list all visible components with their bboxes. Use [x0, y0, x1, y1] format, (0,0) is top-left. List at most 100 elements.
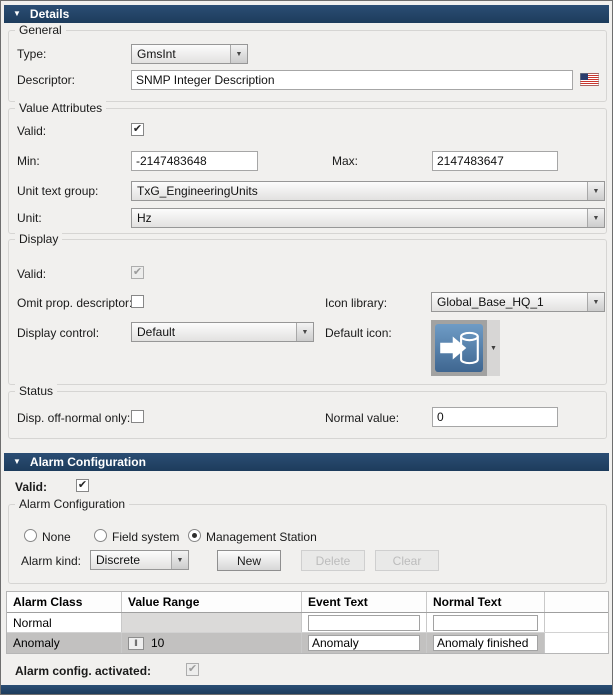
check-icon: ✔ — [188, 664, 197, 675]
collapse-icon: ▼ — [13, 458, 21, 466]
value-attributes-groupbox-title: Value Attributes — [15, 101, 106, 115]
normal-text-input[interactable] — [433, 615, 538, 631]
type-combobox[interactable]: GmsInt ▼ — [131, 44, 248, 64]
display-control-combobox[interactable]: Default ▼ — [131, 322, 314, 342]
cell-empty — [545, 613, 608, 632]
unit-label: Unit: — [17, 211, 42, 225]
cell-normal-text — [427, 613, 545, 632]
display-valid-label: Valid: — [17, 267, 46, 281]
display-valid-checkbox: ✔ — [131, 266, 144, 279]
normal-value-label: Normal value: — [325, 411, 399, 425]
status-groupbox-title: Status — [15, 384, 57, 398]
normal-text-input[interactable] — [433, 635, 538, 651]
event-text-input[interactable] — [308, 615, 420, 631]
icon-library-combobox[interactable]: Global_Base_HQ_1 ▼ — [431, 292, 605, 312]
table-row[interactable]: Normal — [7, 613, 608, 633]
unit-text-group-combobox[interactable]: TxG_EngineeringUnits ▼ — [131, 181, 605, 201]
details-header-label: Details — [30, 7, 69, 21]
alarm-activated-checkbox: ✔ — [186, 663, 199, 676]
alarm-kind-combobox-value: Discrete — [91, 551, 171, 569]
range-operator-icon[interactable]: ‖ — [128, 637, 144, 650]
bottom-section-bar — [1, 685, 612, 694]
min-label: Min: — [17, 154, 40, 168]
omit-prop-descriptor-label: Omit prop. descriptor: — [17, 296, 132, 310]
value-attributes-groupbox: Value Attributes Valid: ✔ Min: Max: Unit… — [8, 108, 607, 234]
cell-value-range — [122, 613, 302, 632]
chevron-down-icon[interactable]: ▼ — [230, 45, 247, 63]
valid-checkbox[interactable]: ✔ — [131, 123, 144, 136]
col-header-normal-text: Normal Text — [427, 592, 545, 612]
cell-value-range: ‖ 10 — [122, 633, 302, 653]
alarm-valid-label: Valid: — [15, 480, 47, 494]
status-groupbox: Status Disp. off-normal only: Normal val… — [8, 391, 607, 439]
general-groupbox: General Type: GmsInt ▼ Descriptor: — [8, 30, 607, 102]
unit-combobox[interactable]: Hz ▼ — [131, 208, 605, 228]
cell-alarm-class: Normal — [7, 613, 122, 632]
alarm-config-section-header[interactable]: ▼ Alarm Configuration — [4, 453, 609, 471]
alarm-class-table: Alarm Class Value Range Event Text Norma… — [6, 591, 609, 654]
display-groupbox-title: Display — [15, 232, 62, 246]
omit-prop-descriptor-checkbox[interactable] — [131, 295, 144, 308]
display-control-label: Display control: — [17, 326, 99, 340]
collapse-icon: ▼ — [13, 10, 21, 18]
new-button[interactable]: New — [217, 550, 281, 571]
disp-off-normal-checkbox[interactable] — [131, 410, 144, 423]
type-combobox-value: GmsInt — [132, 45, 230, 63]
col-header-alarm-class: Alarm Class — [7, 592, 122, 612]
alarm-valid-checkbox[interactable]: ✔ — [76, 479, 89, 492]
general-groupbox-title: General — [15, 23, 66, 37]
table-row[interactable]: Anomaly ‖ 10 — [7, 633, 608, 653]
icon-library-label: Icon library: — [325, 296, 387, 310]
radio-management-station[interactable] — [188, 529, 201, 542]
alarm-kind-label: Alarm kind: — [21, 554, 81, 568]
chevron-down-icon[interactable]: ▼ — [587, 182, 604, 200]
alarm-config-groupbox-title: Alarm Configuration — [15, 497, 129, 511]
chevron-down-icon[interactable]: ▼ — [587, 209, 604, 227]
default-icon-label: Default icon: — [325, 326, 392, 340]
display-groupbox: Display Valid: ✔ Omit prop. descriptor: … — [8, 239, 607, 385]
min-input[interactable] — [131, 151, 258, 171]
icon-library-combobox-value: Global_Base_HQ_1 — [432, 293, 587, 311]
normal-value-input[interactable] — [432, 407, 558, 427]
event-text-input[interactable] — [308, 635, 420, 651]
unit-text-group-label: Unit text group: — [17, 184, 98, 198]
disp-off-normal-label: Disp. off-normal only: — [17, 411, 130, 425]
descriptor-label: Descriptor: — [17, 73, 75, 87]
property-details-panel: ▼ Details General Type: GmsInt ▼ Descrip… — [0, 0, 613, 695]
cell-empty — [545, 633, 608, 653]
alarm-config-groupbox: Alarm Configuration None Field system Ma… — [8, 504, 607, 584]
radio-field-system[interactable] — [94, 529, 107, 542]
chevron-down-icon[interactable]: ▼ — [171, 551, 188, 569]
unit-combobox-value: Hz — [132, 209, 587, 227]
unit-text-group-combobox-value: TxG_EngineeringUnits — [132, 182, 587, 200]
descriptor-input[interactable] — [131, 70, 573, 90]
cell-normal-text — [427, 633, 545, 653]
type-label: Type: — [17, 47, 46, 61]
radio-none[interactable] — [24, 529, 37, 542]
col-header-event-text: Event Text — [302, 592, 427, 612]
radio-none-label: None — [42, 530, 71, 544]
alarm-activated-label: Alarm config. activated: — [15, 664, 151, 678]
valid-label: Valid: — [17, 124, 46, 138]
clear-button: Clear — [375, 550, 439, 571]
alarm-kind-combobox[interactable]: Discrete ▼ — [90, 550, 189, 570]
col-header-empty — [545, 592, 608, 612]
cell-event-text — [302, 613, 427, 632]
chevron-down-icon[interactable]: ▼ — [296, 323, 313, 341]
max-input[interactable] — [432, 151, 558, 171]
alarm-config-header-label: Alarm Configuration — [30, 455, 146, 469]
display-control-combobox-value: Default — [132, 323, 296, 341]
check-icon: ✔ — [78, 480, 87, 491]
chevron-down-icon[interactable]: ▼ — [487, 320, 500, 376]
cell-event-text — [302, 633, 427, 653]
default-icon-image — [431, 320, 487, 376]
delete-button: Delete — [301, 550, 365, 571]
details-section-header[interactable]: ▼ Details — [4, 5, 609, 23]
check-icon: ✔ — [133, 124, 142, 135]
check-icon: ✔ — [133, 267, 142, 278]
chevron-down-icon[interactable]: ▼ — [587, 293, 604, 311]
max-label: Max: — [332, 154, 358, 168]
col-header-value-range: Value Range — [122, 592, 302, 612]
us-flag-icon[interactable] — [580, 73, 599, 86]
default-icon-button[interactable]: ▼ — [431, 320, 500, 376]
